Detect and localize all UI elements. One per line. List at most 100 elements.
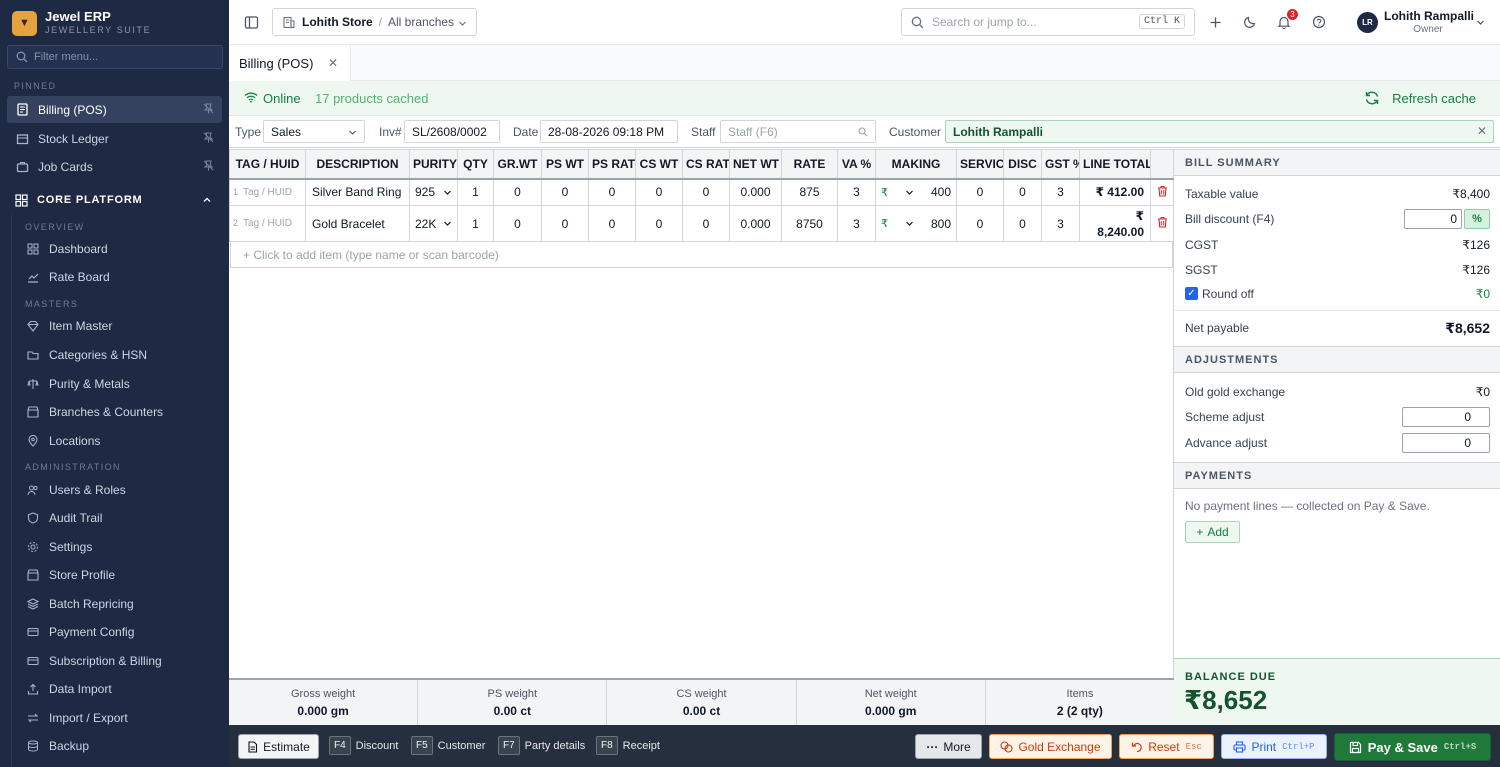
making-cell[interactable]: ₹800 bbox=[875, 205, 957, 242]
scheme-adjust-input[interactable]: 0 bbox=[1402, 407, 1490, 427]
rate-cell[interactable]: 875 bbox=[781, 178, 838, 206]
gst-cell[interactable]: 3 bbox=[1041, 178, 1080, 206]
making-cell[interactable]: ₹400 bbox=[875, 178, 957, 206]
sidebar-item-dashboard[interactable]: Dashboard bbox=[18, 235, 222, 262]
cs-rate-cell[interactable]: 0 bbox=[682, 205, 730, 242]
sidebar-item-store-profile[interactable]: Store Profile bbox=[18, 561, 222, 588]
unpin-icon[interactable] bbox=[203, 103, 214, 117]
sidebar-item-backup[interactable]: Backup bbox=[18, 732, 222, 759]
sidebar-group-core-platform[interactable]: CORE PLATFORM bbox=[7, 187, 222, 213]
sidebar-item-users-roles[interactable]: Users & Roles bbox=[18, 476, 222, 503]
sidebar-toggle-icon[interactable] bbox=[242, 13, 260, 31]
pay-save-button[interactable]: Pay & Save Ctrl+S bbox=[1334, 733, 1491, 761]
clear-icon[interactable]: ✕ bbox=[1477, 124, 1487, 138]
sidebar-item-item-master[interactable]: Item Master bbox=[18, 312, 222, 339]
date-field[interactable]: 28-08-2026 09:18 PM bbox=[540, 120, 678, 143]
delete-row-button[interactable] bbox=[1150, 178, 1174, 206]
global-search-input[interactable] bbox=[932, 15, 1132, 29]
moon-icon[interactable] bbox=[1241, 13, 1259, 31]
description-cell[interactable]: Silver Band Ring bbox=[305, 178, 410, 206]
tag-huid-cell[interactable]: 2 Tag / HUID bbox=[229, 205, 306, 242]
qty-cell[interactable]: 1 bbox=[457, 205, 494, 242]
ps-rate-cell[interactable]: 0 bbox=[588, 178, 636, 206]
reset-button[interactable]: Reset Esc bbox=[1119, 734, 1214, 759]
chevron-down-icon[interactable] bbox=[905, 219, 914, 228]
shortcut-party-details[interactable]: F7 Party details bbox=[498, 736, 585, 755]
refresh-icon[interactable] bbox=[1364, 90, 1380, 109]
brand[interactable]: ▼ Jewel ERP JEWELLERY SUITE bbox=[12, 9, 151, 37]
shortcut-receipt[interactable]: F8 Receipt bbox=[596, 736, 660, 755]
discount-mode-toggle[interactable]: % bbox=[1464, 209, 1490, 229]
shortcut-customer[interactable]: F5 Customer bbox=[411, 736, 485, 755]
type-select[interactable]: Sales bbox=[263, 120, 365, 143]
sidebar-item-audit-trail[interactable]: Audit Trail bbox=[18, 504, 222, 531]
invoice-number-field[interactable]: SL/2608/0002 bbox=[404, 120, 500, 143]
description-cell[interactable]: Gold Bracelet bbox=[305, 205, 410, 242]
sidebar-item-rate-board[interactable]: Rate Board bbox=[18, 263, 222, 290]
filter-menu[interactable] bbox=[7, 45, 223, 69]
discount-cell[interactable]: 0 bbox=[1003, 205, 1042, 242]
gross-weight-cell[interactable]: 0 bbox=[493, 178, 542, 206]
ps-rate-cell[interactable]: 0 bbox=[588, 205, 636, 242]
purity-cell[interactable]: 925 bbox=[409, 178, 458, 206]
more-button[interactable]: ··· More bbox=[915, 734, 982, 759]
qty-cell[interactable]: 1 bbox=[457, 178, 494, 206]
gst-cell[interactable]: 3 bbox=[1041, 205, 1080, 242]
filter-menu-input[interactable] bbox=[34, 51, 204, 63]
col-making: MAKING bbox=[875, 149, 957, 180]
chevron-down-icon[interactable] bbox=[1471, 13, 1489, 31]
service-cell[interactable]: 0 bbox=[956, 178, 1004, 206]
close-icon[interactable]: ✕ bbox=[328, 56, 338, 70]
sidebar-item-branches-counters[interactable]: Branches & Counters bbox=[18, 398, 222, 425]
help-icon[interactable] bbox=[1310, 13, 1328, 31]
ps-weight-cell[interactable]: 0 bbox=[541, 178, 589, 206]
add-payment-button[interactable]: + Add bbox=[1185, 521, 1240, 543]
bill-discount-input[interactable]: 0 bbox=[1404, 209, 1462, 229]
tag-huid-cell[interactable]: 1 Tag / HUID bbox=[229, 178, 306, 206]
print-button[interactable]: Print Ctrl+P bbox=[1221, 734, 1327, 759]
purity-cell[interactable]: 22K bbox=[409, 205, 458, 242]
sidebar-item-batch-repricing[interactable]: Batch Repricing bbox=[18, 590, 222, 617]
sidebar-item-subscription-billing[interactable]: Subscription & Billing bbox=[18, 647, 222, 674]
global-search[interactable]: Ctrl K bbox=[901, 8, 1195, 36]
discount-cell[interactable]: 0 bbox=[1003, 178, 1042, 206]
shortcut-discount[interactable]: F4 Discount bbox=[329, 736, 398, 755]
sidebar-item-import-export[interactable]: Import / Export bbox=[18, 704, 222, 731]
tab-billing-pos[interactable]: Billing (POS) ✕ bbox=[229, 45, 351, 81]
unpin-icon[interactable] bbox=[203, 160, 214, 174]
round-off-checkbox[interactable]: ✓ bbox=[1185, 287, 1198, 300]
rate-cell[interactable]: 8750 bbox=[781, 205, 838, 242]
estimate-button[interactable]: Estimate bbox=[238, 734, 319, 759]
add-item-row[interactable]: + Click to add item (type name or scan b… bbox=[230, 241, 1173, 268]
cs-weight-cell[interactable]: 0 bbox=[635, 205, 683, 242]
sidebar-item-locations[interactable]: Locations bbox=[18, 427, 222, 454]
sidebar-item-stock-ledger[interactable]: Stock Ledger bbox=[7, 125, 222, 152]
sidebar-item-data-import[interactable]: Data Import bbox=[18, 675, 222, 702]
sidebar-item-purity-metals[interactable]: Purity & Metals bbox=[18, 370, 222, 397]
gold-exchange-button[interactable]: Gold Exchange bbox=[989, 734, 1112, 759]
va-cell[interactable]: 3 bbox=[837, 178, 876, 206]
va-cell[interactable]: 3 bbox=[837, 205, 876, 242]
avatar[interactable]: LR bbox=[1357, 12, 1378, 33]
sidebar-item-billing-pos[interactable]: Billing (POS) bbox=[7, 96, 222, 123]
chevron-up-icon bbox=[202, 195, 212, 208]
refresh-cache-button[interactable]: Refresh cache bbox=[1392, 91, 1476, 106]
unpin-icon[interactable] bbox=[203, 132, 214, 146]
store-branch-selector[interactable]: Lohith Store / All branches bbox=[272, 8, 477, 36]
plus-icon[interactable] bbox=[1206, 13, 1224, 31]
sidebar-item-job-cards[interactable]: Job Cards bbox=[7, 153, 222, 180]
sidebar-item-payment-config[interactable]: Payment Config bbox=[18, 618, 222, 645]
service-cell[interactable]: 0 bbox=[956, 205, 1004, 242]
staff-field[interactable]: Staff (F6) bbox=[720, 120, 876, 143]
advance-adjust-input[interactable]: 0 bbox=[1402, 433, 1490, 453]
chevron-down-icon[interactable] bbox=[905, 188, 914, 197]
gross-weight-cell[interactable]: 0 bbox=[493, 205, 542, 242]
sidebar-item-categories-hsn[interactable]: Categories & HSN bbox=[18, 341, 222, 368]
ps-weight-cell[interactable]: 0 bbox=[541, 205, 589, 242]
cs-rate-cell[interactable]: 0 bbox=[682, 178, 730, 206]
sidebar-item-settings[interactable]: Settings bbox=[18, 533, 222, 560]
user-name[interactable]: Lohith Rampalli bbox=[1384, 9, 1474, 23]
delete-row-button[interactable] bbox=[1150, 205, 1174, 242]
customer-field[interactable]: Lohith Rampalli ✕ bbox=[945, 120, 1494, 143]
cs-weight-cell[interactable]: 0 bbox=[635, 178, 683, 206]
